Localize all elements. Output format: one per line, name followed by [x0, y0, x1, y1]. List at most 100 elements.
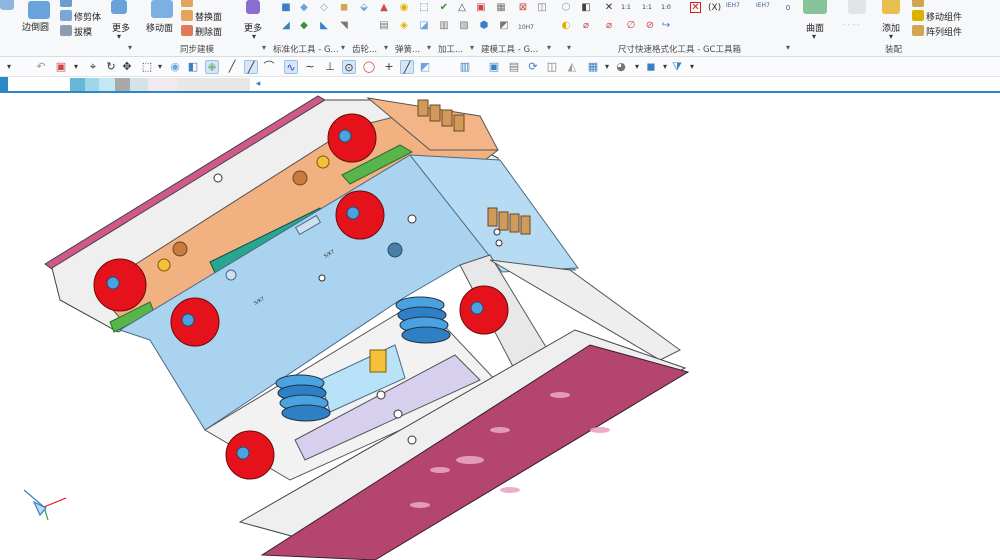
more-icon-2[interactable] [246, 0, 260, 14]
move-face-icon[interactable] [151, 0, 173, 18]
chevron-down-icon[interactable]: ▾ [128, 43, 132, 52]
tool-icon-24[interactable]: ▥ [438, 20, 450, 32]
view-icon-4[interactable]: ◭ [565, 60, 579, 74]
group-dim-tools[interactable]: 尺寸快速格式化工具 - GC工具箱 [618, 43, 741, 55]
ratio-icon-2[interactable]: 1:1 [641, 2, 653, 14]
group-spring[interactable]: 弹簧... [395, 43, 420, 55]
grid-icon[interactable]: ▦ [586, 60, 600, 74]
box-select-icon[interactable]: ⬚ [140, 60, 154, 74]
document-tab-1[interactable] [70, 78, 85, 91]
tool-icon-5[interactable]: ⬙ [358, 2, 370, 14]
chevron-down-icon[interactable]: ▾ [885, 31, 897, 43]
view-icon-3[interactable]: ◫ [545, 60, 559, 74]
mold-model-svg[interactable]: S/K7 S/K7 [0, 95, 1000, 560]
boxed-x-icon[interactable]: ✕ [690, 2, 701, 13]
delete-face-button[interactable]: 删除面 [195, 25, 222, 38]
tool-icon-16[interactable]: 0 [782, 2, 794, 14]
chevron-down-icon[interactable]: ▾ [427, 43, 431, 52]
tool-icon-4[interactable]: ◼ [338, 2, 350, 14]
tool-icon-15[interactable]: ◧ [580, 2, 592, 14]
tool-icon-1[interactable]: ■ [280, 2, 292, 14]
tab-scroll-left-icon[interactable]: ◂ [252, 78, 264, 90]
chevron-down-icon[interactable]: ▾ [685, 60, 699, 74]
tool-icon-26[interactable]: ⬢ [478, 20, 490, 32]
tool-icon-29[interactable]: ⌀ [580, 20, 592, 32]
face-icon[interactable]: ◩ [418, 60, 432, 74]
cross-icon[interactable]: + [382, 60, 396, 74]
tool-icon-8[interactable]: ⬚ [418, 2, 430, 14]
chevron-down-icon[interactable]: ▾ [547, 43, 551, 52]
tool-icon-19[interactable]: ◣ [318, 20, 330, 32]
add-component-icon[interactable] [882, 0, 900, 14]
ratio-icon-3[interactable]: 1:0 [660, 2, 672, 14]
chevron-down-icon[interactable]: ▾ [384, 43, 388, 52]
tool-icon-27[interactable]: ◩ [498, 20, 510, 32]
group-std-tools[interactable]: 标准化工具 - G... [273, 43, 339, 55]
tab-collapse-left-icon[interactable] [0, 77, 8, 93]
tool-icon-13[interactable]: ◫ [536, 2, 548, 14]
triangle-icon[interactable]: △ [456, 2, 468, 14]
book-icon[interactable]: ▥ [458, 60, 472, 74]
tool-icon-10[interactable]: ▣ [475, 2, 487, 14]
document-tab-7[interactable] [178, 78, 250, 91]
line-icon-2[interactable]: ╱ [244, 60, 258, 74]
feature-icon[interactable] [0, 0, 14, 10]
snap-icon[interactable]: ⌖ [86, 60, 100, 74]
tool-icon-33[interactable]: ↪ [660, 20, 672, 32]
tool-icon-22[interactable]: ◈ [398, 20, 410, 32]
view-icon-1[interactable]: ▣ [487, 60, 501, 74]
edge-blend-icon[interactable] [28, 1, 50, 19]
graphics-viewport[interactable]: S/K7 S/K7 [0, 95, 1000, 560]
snap-points-icon[interactable]: ⁜ [205, 60, 219, 74]
chevron-down-icon[interactable]: ▾ [567, 43, 571, 52]
tool-icon-30[interactable]: ⌀ [603, 20, 615, 32]
view-icon-2[interactable]: ▤ [507, 60, 521, 74]
chevron-down-icon[interactable]: ▾ [808, 31, 820, 43]
chevron-down-icon[interactable]: ▾ [248, 31, 260, 43]
menu-chevron-icon[interactable]: ▾ [2, 60, 16, 74]
curve-icon[interactable]: ∼ [303, 60, 317, 74]
tool-icon-14[interactable]: ⬡ [560, 2, 572, 14]
surface-icon[interactable] [803, 0, 827, 14]
document-tab-6[interactable] [148, 78, 178, 91]
select-filter-icon[interactable]: ▣ [54, 60, 68, 74]
chevron-down-icon[interactable]: ▾ [113, 31, 125, 43]
chevron-down-icon[interactable]: ▾ [341, 43, 345, 52]
move-icon[interactable]: ✥ [120, 60, 134, 74]
spline-icon[interactable]: ∿ [284, 60, 298, 74]
chevron-down-icon[interactable]: ▾ [153, 60, 167, 74]
tool-icon-28[interactable]: ◐ [560, 20, 572, 32]
group-mold-tools[interactable]: 建模工具 - G... [481, 43, 538, 55]
tool-icon-6[interactable]: ▲ [378, 2, 390, 14]
chevron-down-icon[interactable]: ▾ [630, 60, 644, 74]
document-tab-5[interactable] [130, 78, 148, 91]
arc-icon[interactable]: ⌒ [262, 60, 276, 74]
tool-icon-20[interactable]: ◥ [338, 20, 350, 32]
replace-face-button[interactable]: 替换面 [195, 10, 222, 23]
tool-icon-23[interactable]: ◪ [418, 20, 430, 32]
filter-icon[interactable]: ⧩ [670, 60, 684, 74]
array-component-button[interactable]: 阵列组件 [926, 25, 962, 38]
tool-icon-31[interactable]: ∅ [625, 20, 637, 32]
more-icon[interactable] [111, 0, 127, 14]
circle-icon[interactable]: ◯ [362, 60, 376, 74]
document-tab-4[interactable] [115, 78, 130, 91]
tool-icon-9[interactable]: ✔ [438, 2, 450, 14]
ieh7-label-1[interactable]: IEH7 [726, 2, 740, 9]
tool-icon-21[interactable]: ▤ [378, 20, 390, 32]
edge-blend-button[interactable]: 边倒圆 [22, 20, 49, 33]
close-x-icon[interactable]: ✕ [603, 2, 615, 14]
line-icon[interactable]: ╱ [225, 60, 239, 74]
chevron-down-icon[interactable]: ▾ [470, 43, 474, 52]
ten-h7-label[interactable]: 10H7 [518, 24, 534, 31]
document-tab-3[interactable] [99, 78, 115, 91]
tool-icon-18[interactable]: ◆ [298, 20, 310, 32]
tool-icon-11[interactable]: ▦ [495, 2, 507, 14]
tool-icon-2[interactable]: ◆ [298, 2, 310, 14]
chevron-down-icon[interactable]: ▾ [600, 60, 614, 74]
tool-icon-32[interactable]: ⊘ [644, 20, 656, 32]
render-icon[interactable]: ◕ [614, 60, 628, 74]
move-face-button[interactable]: 移动面 [146, 21, 173, 34]
cube-icon[interactable]: ◼ [644, 60, 658, 74]
tool-icon-12[interactable]: ⊠ [517, 2, 529, 14]
